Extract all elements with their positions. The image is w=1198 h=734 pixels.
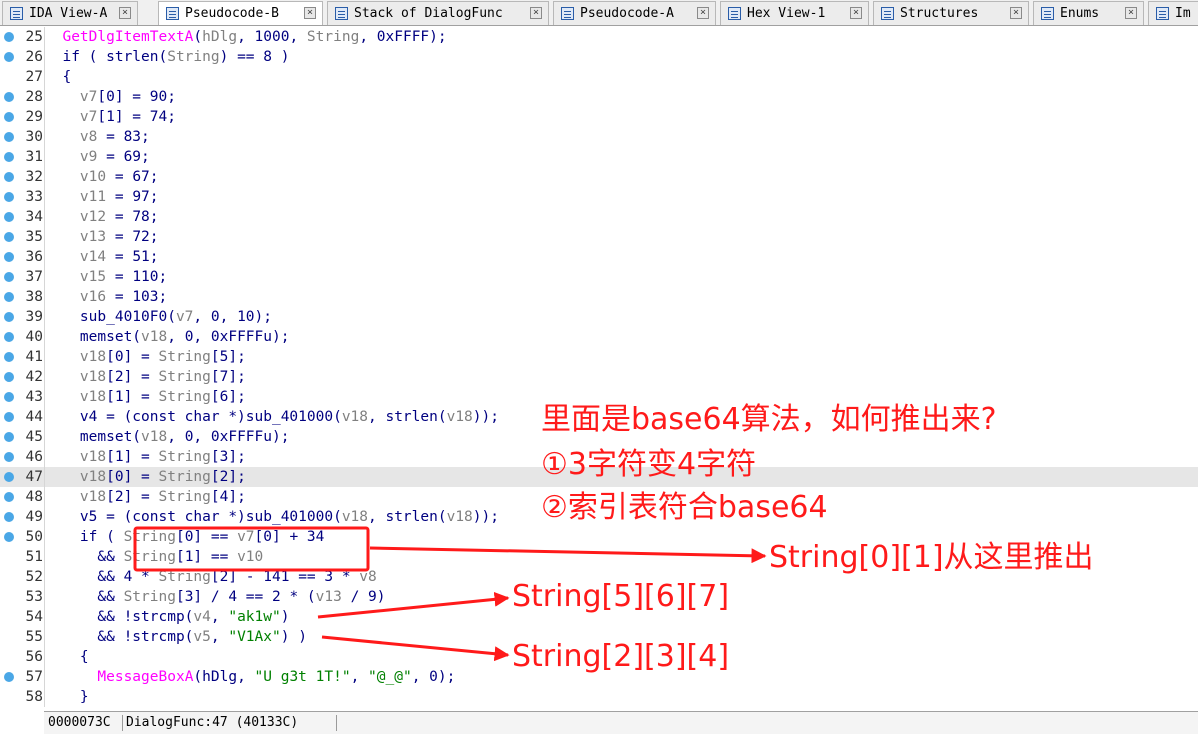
arrow-string567 xyxy=(317,591,510,619)
highlight-box xyxy=(133,526,370,572)
annotation-string567: String[5][6][7] xyxy=(512,579,730,614)
arrow-string01 xyxy=(369,546,767,564)
annotation-point2: ②索引表符合base64 xyxy=(541,490,828,525)
annotation-string234: String[2][3][4] xyxy=(512,639,730,674)
annotation-overlay xyxy=(133,526,767,662)
annotation-string01: String[0][1]从这里推出 xyxy=(769,540,1094,575)
annotation-title: 里面是base64算法，如何推出来? xyxy=(541,402,997,437)
arrow-string234 xyxy=(321,635,510,662)
annotation-point1: ①3字符变4字符 xyxy=(541,447,757,482)
